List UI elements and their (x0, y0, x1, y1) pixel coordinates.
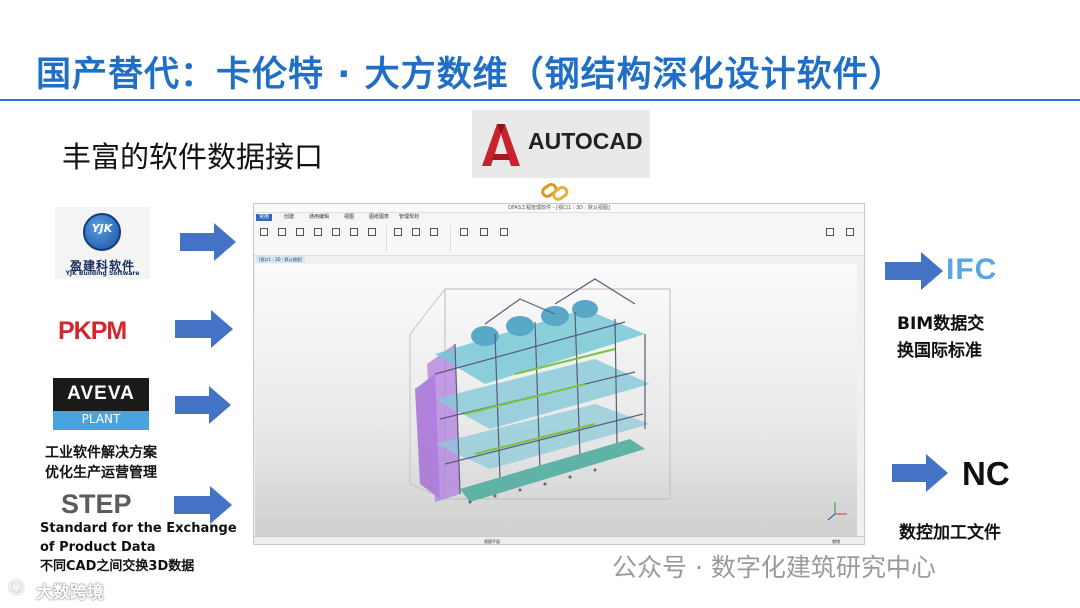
tool-icon[interactable] (412, 228, 420, 236)
arrow-right-icon (175, 386, 231, 424)
tool-icon[interactable] (500, 228, 508, 236)
tool-icon[interactable] (296, 228, 304, 236)
brand-icon: ☺ (8, 578, 25, 597)
pkpm-wordmark: PKPM (58, 317, 127, 345)
arrow-right-icon (892, 454, 948, 492)
tab-view[interactable]: 视图 (344, 214, 354, 221)
tool-icon[interactable] (260, 228, 268, 236)
nc-logo: NC (962, 455, 1010, 492)
link-chain-icon (541, 182, 569, 201)
3d-viewport[interactable] (255, 264, 857, 536)
status-ready: 就绪 (832, 539, 840, 544)
nc-caption: 数控加工文件 (899, 523, 1001, 543)
autocad-wordmark: AUTOCAD (528, 128, 643, 154)
tab-management[interactable]: 管理规划 (399, 214, 419, 221)
step-caption: Standard for the Exchange of Product Dat… (40, 521, 237, 574)
tab-general-edit[interactable]: 通用编辑 (309, 214, 329, 221)
ifc-logo: IFC (946, 253, 998, 286)
tab-create[interactable]: 创建 (284, 214, 294, 221)
window-title: DFAS工程管理软件 - [视口1 : 3D : 默认视图] (508, 205, 610, 211)
aveva-wordmark: AVEVA (67, 383, 135, 404)
autocad-a-icon (482, 124, 520, 166)
view-plane-select[interactable]: 视图平面 (484, 538, 500, 544)
tool-icon[interactable] (826, 228, 834, 236)
tool-icon[interactable] (430, 228, 438, 236)
brand-watermark: 大数跨境 (36, 583, 104, 603)
aveva-plant-logo: AVEVA PLANT (53, 378, 149, 430)
software-window: DFAS工程管理软件 - [视口1 : 3D : 默认视图] 常用 创建 通用编… (253, 203, 865, 545)
step-logo: STEP (61, 489, 132, 519)
ribbon-toolbar (254, 222, 864, 256)
tool-icon[interactable] (368, 228, 376, 236)
tool-icon[interactable] (394, 228, 402, 236)
slide-title: 国产替代：卡伦特 · 大方数维（钢结构深化设计软件） (36, 55, 905, 95)
steel-structure-model (409, 278, 847, 521)
ribbon-tabs: 常用 创建 通用编辑 视图 图纸图表 管理规划 (254, 213, 864, 222)
title-divider (0, 99, 1080, 101)
yjk-english-name: YJK Building Software (65, 270, 140, 277)
arrow-right-icon (180, 223, 236, 261)
arrow-right-icon (175, 310, 233, 348)
yjk-logo: YJK 盈建科软件 YJK Building Software (55, 207, 150, 279)
tool-icon[interactable] (278, 228, 286, 236)
pkpm-logo: PKPM (58, 317, 160, 345)
tool-icon[interactable] (480, 228, 488, 236)
window-titlebar: DFAS工程管理软件 - [视口1 : 3D : 默认视图] (254, 204, 864, 213)
document-tabs: [视口1 : 3D : 默认视图] (254, 256, 864, 263)
autocad-logo: AUTOCAD (472, 110, 650, 178)
tool-icon[interactable] (350, 228, 358, 236)
slide-subtitle: 丰富的软件数据接口 (62, 140, 324, 174)
tool-icon[interactable] (314, 228, 322, 236)
wechat-watermark: 公众号 · 数字化建筑研究中心 (612, 553, 936, 582)
arrow-right-icon (174, 486, 232, 524)
arrow-right-icon (885, 252, 943, 290)
doc-tab-3d-view[interactable]: [视口1 : 3D : 默认视图] (256, 256, 306, 263)
status-bar: 视图平面 就绪 (254, 536, 864, 544)
yjk-letters: YJK (91, 222, 113, 235)
tool-icon[interactable] (460, 228, 468, 236)
ifc-caption: BIM数据交 换国际标准 (897, 314, 985, 361)
tab-drawings[interactable]: 图纸图表 (369, 214, 389, 221)
aveva-plant-label: PLANT (81, 412, 121, 426)
aveva-caption: 工业软件解决方案 优化生产运营管理 (45, 445, 157, 481)
tab-home[interactable]: 常用 (256, 214, 273, 221)
tool-icon[interactable] (332, 228, 340, 236)
search-icon[interactable] (846, 228, 854, 236)
